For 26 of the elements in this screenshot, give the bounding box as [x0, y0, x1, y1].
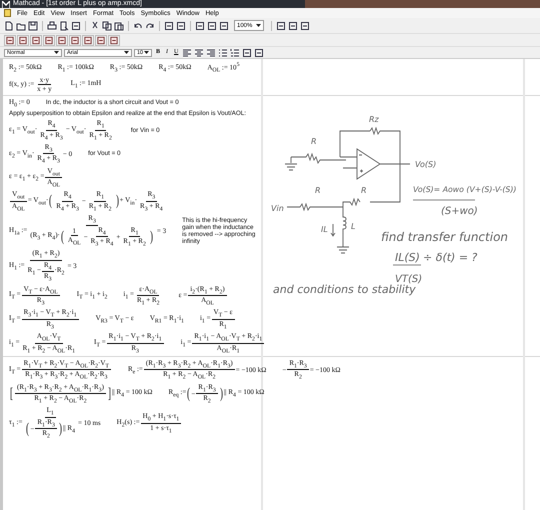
print-icon[interactable] [47, 20, 57, 30]
handwritten-note: and conditions to stability [273, 283, 416, 296]
handwritten-note: ÷ δ(t) = ? [423, 251, 478, 264]
document-icon[interactable] [4, 9, 11, 17]
new-document-icon[interactable] [4, 20, 14, 30]
undo-icon[interactable] [133, 20, 143, 30]
open-folder-icon[interactable] [16, 20, 26, 30]
caret-icon [144, 51, 149, 54]
align-center-icon[interactable] [194, 48, 204, 58]
caret-icon [54, 51, 59, 54]
caret-icon [256, 24, 262, 27]
cut-icon[interactable] [90, 20, 100, 30]
handwritten-note: VT(S) [395, 274, 422, 285]
caret-icon [124, 51, 129, 54]
print-preview-icon[interactable] [59, 20, 69, 30]
bullet-list-icon[interactable] [218, 48, 228, 58]
numbered-list-icon[interactable] [230, 48, 240, 58]
handwritten-note: IL(S) [395, 251, 420, 264]
paste-icon[interactable] [114, 20, 124, 30]
redo-icon[interactable] [145, 20, 155, 30]
copy-icon[interactable] [102, 20, 112, 30]
align-left-icon[interactable] [182, 48, 192, 58]
align-right-icon[interactable] [206, 48, 216, 58]
handwritten-note: (S+wo) [441, 206, 478, 217]
save-icon[interactable] [28, 20, 38, 30]
handwritten-note: find transfer function [381, 230, 508, 244]
